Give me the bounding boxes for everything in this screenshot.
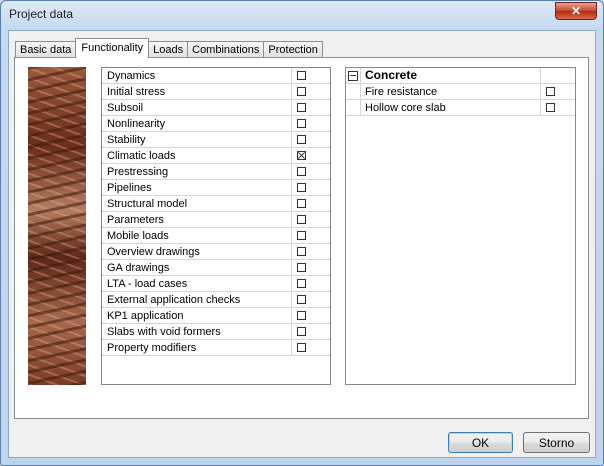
- checkbox-icon[interactable]: [546, 87, 555, 96]
- tab-strip: Basic data Functionality Loads Combinati…: [15, 38, 323, 58]
- checkbox-icon[interactable]: [546, 103, 555, 112]
- checkbox-icon[interactable]: [297, 247, 306, 256]
- checkbox-icon[interactable]: [297, 167, 306, 176]
- ok-button[interactable]: OK: [448, 432, 513, 453]
- list-item[interactable]: Nonlinearity: [102, 116, 330, 132]
- tab-combinations[interactable]: Combinations: [187, 41, 265, 58]
- list-item[interactable]: LTA - load cases: [102, 276, 330, 292]
- checkbox-checked-icon[interactable]: [297, 151, 306, 160]
- item-label: Dynamics: [107, 70, 156, 82]
- checkbox-icon[interactable]: [297, 231, 306, 240]
- list-item[interactable]: External application checks: [102, 292, 330, 308]
- list-item[interactable]: GA drawings: [102, 260, 330, 276]
- checkbox-icon[interactable]: [297, 119, 306, 128]
- item-label: Stability: [107, 134, 146, 146]
- list-item[interactable]: Pipelines: [102, 180, 330, 196]
- close-button[interactable]: ✕: [555, 2, 597, 20]
- item-label: Prestressing: [107, 166, 169, 178]
- collapse-minus-icon[interactable]: [348, 71, 358, 81]
- checkbox-icon[interactable]: [297, 71, 306, 80]
- list-item[interactable]: Dynamics: [102, 68, 330, 84]
- list-item[interactable]: Subsoil: [102, 100, 330, 116]
- item-label: Pipelines: [107, 182, 152, 194]
- item-label: Nonlinearity: [107, 118, 166, 130]
- item-label: Overview drawings: [107, 246, 200, 258]
- concrete-tree: Concrete Fire resistance Hollow core sla…: [345, 67, 576, 385]
- project-data-dialog: Project data ✕ Basic data Functionality …: [0, 0, 604, 466]
- cancel-button[interactable]: Storno: [523, 432, 590, 453]
- item-label: Parameters: [107, 214, 164, 226]
- checkbox-icon[interactable]: [297, 87, 306, 96]
- dialog-client-area: Basic data Functionality Loads Combinati…: [8, 30, 596, 458]
- list-item[interactable]: Parameters: [102, 212, 330, 228]
- list-item[interactable]: Slabs with void formers: [102, 324, 330, 340]
- tree-item[interactable]: Hollow core slab: [346, 100, 575, 116]
- item-label: Slabs with void formers: [107, 326, 221, 338]
- tree-item-label: Hollow core slab: [365, 102, 446, 114]
- tab-basic-data[interactable]: Basic data: [15, 41, 77, 58]
- checkbox-icon[interactable]: [297, 183, 306, 192]
- list-item[interactable]: Stability: [102, 132, 330, 148]
- list-item[interactable]: Property modifiers: [102, 340, 330, 356]
- tree-group-concrete[interactable]: Concrete: [346, 68, 575, 84]
- tree-item[interactable]: Fire resistance: [346, 84, 575, 100]
- list-item[interactable]: Mobile loads: [102, 228, 330, 244]
- checkbox-icon[interactable]: [297, 135, 306, 144]
- item-label: Subsoil: [107, 102, 144, 114]
- tab-protection[interactable]: Protection: [263, 41, 323, 58]
- checkbox-icon[interactable]: [297, 343, 306, 352]
- functionality-list: Dynamics Initial stress Subsoil Nonlinea…: [101, 67, 331, 385]
- tab-loads[interactable]: Loads: [148, 41, 189, 58]
- item-label: KP1 application: [107, 310, 184, 322]
- item-label: Structural model: [107, 198, 188, 210]
- material-texture-image: [28, 67, 86, 385]
- list-item[interactable]: KP1 application: [102, 308, 330, 324]
- list-item[interactable]: Climatic loads: [102, 148, 330, 164]
- close-icon: ✕: [570, 4, 582, 18]
- list-item[interactable]: Initial stress: [102, 84, 330, 100]
- title-bar[interactable]: Project data ✕: [1, 1, 603, 29]
- checkbox-icon[interactable]: [297, 327, 306, 336]
- tab-functionality[interactable]: Functionality: [75, 38, 150, 58]
- functionality-panel: Dynamics Initial stress Subsoil Nonlinea…: [14, 57, 589, 419]
- checkbox-icon[interactable]: [297, 263, 306, 272]
- list-item[interactable]: Prestressing: [102, 164, 330, 180]
- item-label: Climatic loads: [107, 150, 176, 162]
- window-title: Project data: [9, 7, 74, 21]
- item-label: Mobile loads: [107, 230, 169, 242]
- checkbox-icon[interactable]: [297, 103, 306, 112]
- checkbox-icon[interactable]: [297, 279, 306, 288]
- item-label: Property modifiers: [107, 342, 197, 354]
- checkbox-icon[interactable]: [297, 311, 306, 320]
- checkbox-icon[interactable]: [297, 199, 306, 208]
- tree-item-label: Fire resistance: [365, 86, 438, 98]
- list-item[interactable]: Overview drawings: [102, 244, 330, 260]
- item-label: Initial stress: [107, 86, 166, 98]
- item-label: GA drawings: [107, 262, 170, 274]
- checkbox-icon[interactable]: [297, 215, 306, 224]
- item-label: External application checks: [107, 294, 241, 306]
- item-label: LTA - load cases: [107, 278, 188, 290]
- list-item[interactable]: Structural model: [102, 196, 330, 212]
- tree-group-label: Concrete: [365, 68, 418, 82]
- checkbox-icon[interactable]: [297, 295, 306, 304]
